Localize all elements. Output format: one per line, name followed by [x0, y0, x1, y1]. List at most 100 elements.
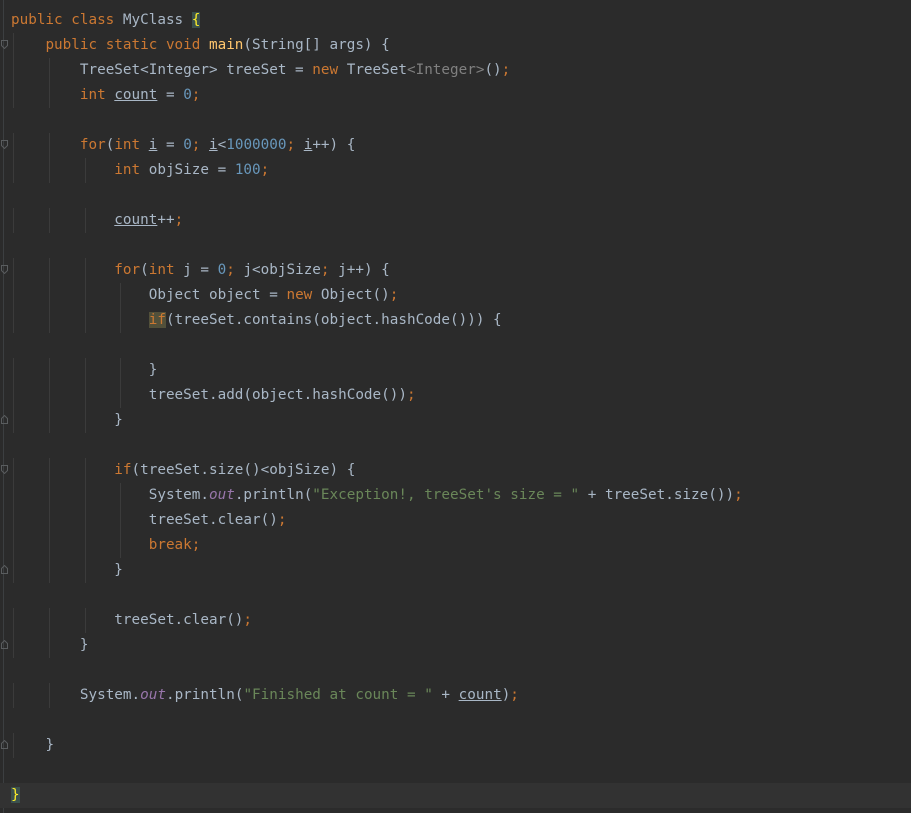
fold-close-icon[interactable] — [1, 640, 8, 649]
indent-guide — [13, 533, 14, 558]
code-token: public class — [11, 12, 123, 28]
code-line[interactable]: public class MyClass { — [11, 8, 911, 33]
code-token: ; — [174, 212, 184, 228]
code-line[interactable]: TreeSet<Integer> treeSet = new TreeSet<I… — [11, 58, 911, 83]
code-token: } — [114, 562, 123, 578]
code-line[interactable] — [11, 433, 911, 458]
indent-guide — [49, 508, 50, 533]
indent-guide — [13, 83, 14, 108]
fold-open-icon[interactable] — [1, 140, 8, 149]
code-token: } — [148, 362, 158, 378]
code-line[interactable] — [11, 758, 911, 783]
code-token: System. — [148, 487, 209, 503]
indent-guide — [49, 258, 50, 283]
code-line[interactable] — [11, 583, 911, 608]
code-line[interactable]: System.out.println("Finished at count = … — [11, 683, 911, 708]
code-token: () — [484, 62, 502, 78]
code-line[interactable]: for(int j = 0; j<objSize; j++) { — [1, 258, 911, 283]
code-token: 0 — [183, 87, 192, 103]
indent-guide — [85, 533, 86, 558]
code-token: ; — [277, 512, 287, 528]
code-line[interactable]: } — [1, 633, 911, 658]
indent-guide — [85, 383, 86, 408]
code-line[interactable] — [11, 108, 911, 133]
indent-guide — [49, 483, 50, 508]
code-token: i — [209, 137, 218, 153]
code-token: ( — [140, 262, 149, 278]
code-token: ; — [734, 487, 743, 503]
code-line[interactable]: count++; — [11, 208, 911, 233]
gutter-divider — [3, 0, 4, 813]
code-token: <Integer> — [406, 62, 485, 78]
code-line[interactable]: treeSet.clear(); — [11, 508, 911, 533]
code-line[interactable]: } — [0, 783, 911, 808]
code-token: new — [312, 62, 347, 78]
indent-guide — [13, 208, 14, 233]
fold-open-icon[interactable] — [1, 40, 8, 49]
indent-guide — [85, 558, 86, 583]
code-line[interactable]: public static void main(String[] args) { — [1, 33, 911, 58]
fold-open-icon[interactable] — [1, 265, 8, 274]
code-line[interactable] — [11, 708, 911, 733]
code-token: ++ — [157, 212, 175, 228]
code-line[interactable]: treeSet.add(object.hashCode()); — [11, 383, 911, 408]
code-token: = — [157, 87, 184, 103]
code-token: "Exception!, treeSet's size = " — [312, 487, 580, 503]
code-token: MyClass — [122, 12, 192, 28]
code-line[interactable]: break; — [11, 533, 911, 558]
fold-open-icon[interactable] — [1, 465, 8, 474]
fold-close-icon[interactable] — [1, 740, 8, 749]
indent-guide — [49, 358, 50, 383]
code-token: 0 — [183, 137, 192, 153]
indent-guide — [13, 633, 14, 658]
code-token: (treeSet.size()<objSize) { — [131, 462, 356, 478]
indent-guide — [85, 358, 86, 383]
code-line[interactable]: } — [1, 733, 911, 758]
code-line[interactable]: int objSize = 100; — [11, 158, 911, 183]
code-editor[interactable]: public class MyClass { public static voi… — [0, 0, 911, 813]
code-token: TreeSet — [346, 62, 407, 78]
code-area[interactable]: public class MyClass { public static voi… — [0, 8, 911, 808]
indent-guide — [49, 633, 50, 658]
code-token: ) — [501, 687, 511, 703]
code-line[interactable] — [11, 233, 911, 258]
code-line[interactable] — [11, 183, 911, 208]
code-line[interactable] — [11, 658, 911, 683]
code-line[interactable]: } — [1, 558, 911, 583]
code-token: + — [432, 687, 459, 703]
code-token: Object() — [320, 287, 390, 303]
code-token: ++) { — [312, 137, 356, 153]
indent-guide — [13, 608, 14, 633]
indent-guide — [13, 58, 14, 83]
code-token: count — [458, 687, 502, 703]
code-token: public static void — [45, 37, 209, 53]
code-line[interactable]: if(treeSet.size()<objSize) { — [1, 458, 911, 483]
code-token: treeSet.add(object.hashCode()) — [148, 387, 407, 403]
code-line[interactable]: System.out.println("Exception!, treeSet'… — [11, 483, 911, 508]
indent-guide — [49, 283, 50, 308]
code-line[interactable]: int count = 0; — [11, 83, 911, 108]
code-token: .println( — [234, 487, 313, 503]
code-token: .println( — [165, 687, 244, 703]
indent-guide — [49, 83, 50, 108]
code-line[interactable]: Object object = new Object(); — [11, 283, 911, 308]
code-line[interactable]: treeSet.clear(); — [11, 608, 911, 633]
indent-guide — [13, 408, 14, 433]
code-line[interactable]: } — [1, 408, 911, 433]
code-line[interactable]: } — [11, 358, 911, 383]
code-token: ; — [191, 137, 210, 153]
fold-close-icon[interactable] — [1, 415, 8, 424]
code-line[interactable]: if(treeSet.contains(object.hashCode())) … — [11, 308, 911, 333]
code-token: count — [114, 212, 158, 228]
fold-close-icon[interactable] — [1, 565, 8, 574]
code-line[interactable] — [11, 333, 911, 358]
code-line[interactable]: for(int i = 0; i<1000000; i++) { — [1, 133, 911, 158]
indent-guide — [85, 283, 86, 308]
